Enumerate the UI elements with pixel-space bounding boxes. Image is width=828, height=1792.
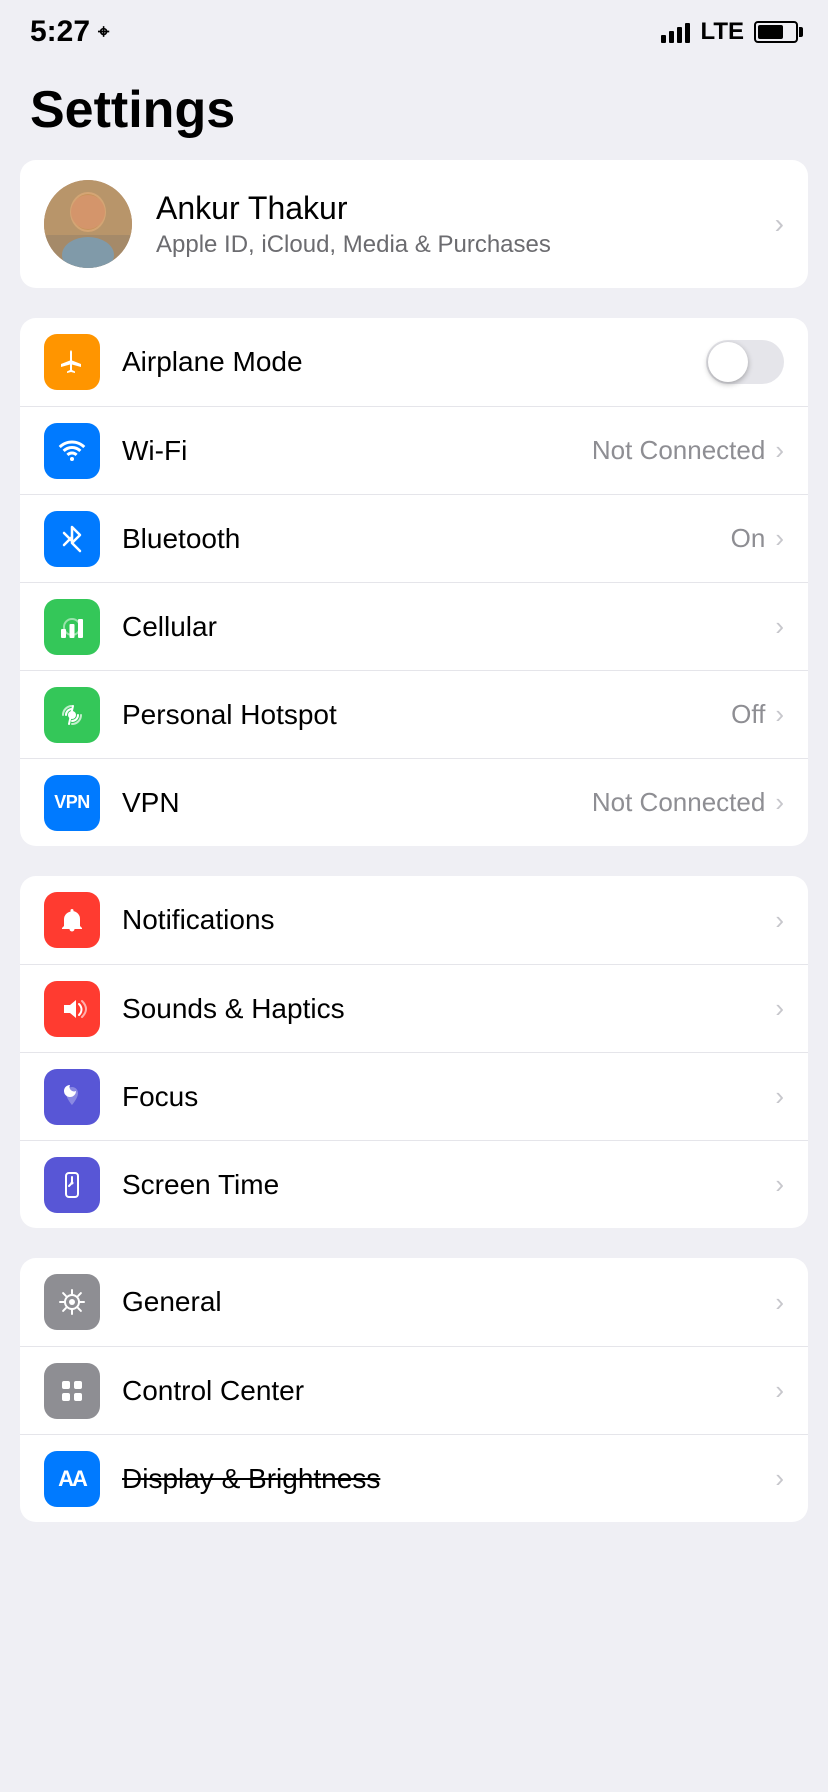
display-label: Display & Brightness: [122, 1463, 775, 1495]
airplane-mode-icon: [44, 334, 100, 390]
status-bar: 5:27 ⌖ LTE: [0, 0, 828, 60]
display-icon-text: AA: [58, 1466, 86, 1492]
row-sounds[interactable]: Sounds & Haptics ›: [20, 964, 808, 1052]
battery-fill: [758, 25, 783, 39]
focus-icon: [44, 1069, 100, 1125]
battery-icon: [754, 21, 798, 43]
row-wifi[interactable]: Wi-Fi Not Connected ›: [20, 406, 808, 494]
notifications-label: Notifications: [122, 904, 775, 936]
bluetooth-chevron: ›: [775, 523, 784, 554]
row-general[interactable]: General ›: [20, 1258, 808, 1346]
vpn-chevron: ›: [775, 787, 784, 818]
row-airplane-mode[interactable]: Airplane Mode: [20, 318, 808, 406]
display-chevron: ›: [775, 1463, 784, 1494]
profile-name: Ankur Thakur: [156, 190, 765, 227]
hotspot-chevron: ›: [775, 699, 784, 730]
profile-card: Ankur Thakur Apple ID, iCloud, Media & P…: [20, 160, 808, 288]
row-hotspot[interactable]: Personal Hotspot Off ›: [20, 670, 808, 758]
controlcenter-chevron: ›: [775, 1375, 784, 1406]
row-cellular[interactable]: Cellular ›: [20, 582, 808, 670]
time-label: 5:27: [30, 15, 90, 49]
row-controlcenter[interactable]: Control Center ›: [20, 1346, 808, 1434]
profile-row[interactable]: Ankur Thakur Apple ID, iCloud, Media & P…: [20, 160, 808, 288]
sounds-label: Sounds & Haptics: [122, 993, 775, 1025]
status-time: 5:27 ⌖: [30, 15, 109, 49]
general-group: General › Control Center › AA Display & …: [20, 1258, 808, 1522]
connectivity-group: Airplane Mode Wi-Fi Not Connected › Blue…: [20, 318, 808, 846]
page-title: Settings: [0, 60, 828, 160]
profile-chevron: ›: [775, 208, 784, 240]
wifi-label: Wi-Fi: [122, 435, 592, 467]
row-screentime[interactable]: Screen Time ›: [20, 1140, 808, 1228]
sounds-icon: [44, 981, 100, 1037]
hotspot-label: Personal Hotspot: [122, 699, 731, 731]
cellular-label: Cellular: [122, 611, 765, 643]
cellular-icon: [44, 599, 100, 655]
signal-bar-4: [685, 23, 690, 43]
vpn-text: VPN: [54, 792, 90, 813]
location-icon: ⌖: [98, 21, 109, 44]
hotspot-value: Off: [731, 699, 765, 730]
screentime-icon: [44, 1157, 100, 1213]
controlcenter-icon: [44, 1363, 100, 1419]
display-icon: AA: [44, 1451, 100, 1507]
status-right: LTE: [661, 18, 798, 46]
hotspot-icon: [44, 687, 100, 743]
notifications-icon: [44, 892, 100, 948]
lte-label: LTE: [700, 18, 744, 46]
screentime-chevron: ›: [775, 1169, 784, 1200]
airplane-mode-label: Airplane Mode: [122, 346, 706, 378]
cellular-chevron: ›: [775, 611, 784, 642]
signal-bar-1: [661, 35, 666, 43]
profile-subtitle: Apple ID, iCloud, Media & Purchases: [156, 231, 765, 259]
general-icon: [44, 1274, 100, 1330]
toggle-knob: [708, 342, 748, 382]
vpn-icon: VPN: [44, 775, 100, 831]
row-bluetooth[interactable]: Bluetooth On ›: [20, 494, 808, 582]
focus-label: Focus: [122, 1081, 775, 1113]
wifi-chevron: ›: [775, 435, 784, 466]
signal-bar-3: [677, 27, 682, 43]
signal-bars: [661, 21, 690, 43]
avatar: [44, 180, 132, 268]
general-label: General: [122, 1286, 775, 1318]
profile-info: Ankur Thakur Apple ID, iCloud, Media & P…: [156, 190, 765, 259]
bluetooth-label: Bluetooth: [122, 523, 731, 555]
row-notifications[interactable]: Notifications ›: [20, 876, 808, 964]
wifi-icon: [44, 423, 100, 479]
sounds-chevron: ›: [775, 993, 784, 1024]
airplane-mode-toggle[interactable]: [706, 340, 784, 384]
row-display[interactable]: AA Display & Brightness ›: [20, 1434, 808, 1522]
bluetooth-value: On: [731, 523, 766, 554]
notifications-group: Notifications › Sounds & Haptics › Focus: [20, 876, 808, 1228]
general-chevron: ›: [775, 1287, 784, 1318]
wifi-value: Not Connected: [592, 435, 765, 466]
focus-chevron: ›: [775, 1081, 784, 1112]
vpn-label: VPN: [122, 787, 592, 819]
row-focus[interactable]: Focus ›: [20, 1052, 808, 1140]
bluetooth-icon: [44, 511, 100, 567]
controlcenter-label: Control Center: [122, 1375, 775, 1407]
row-vpn[interactable]: VPN VPN Not Connected ›: [20, 758, 808, 846]
signal-bar-2: [669, 31, 674, 43]
screentime-label: Screen Time: [122, 1169, 775, 1201]
notifications-chevron: ›: [775, 905, 784, 936]
vpn-value: Not Connected: [592, 787, 765, 818]
